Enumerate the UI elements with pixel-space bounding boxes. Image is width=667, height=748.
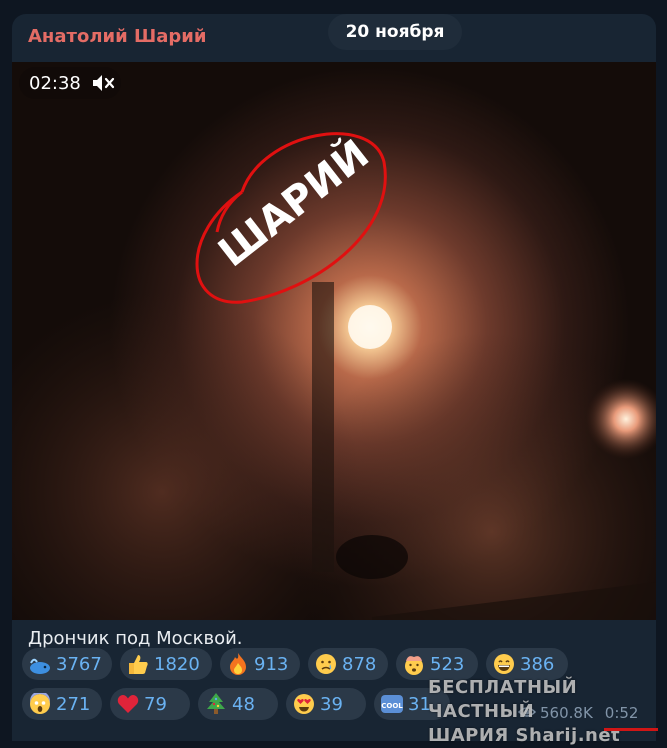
whale-icon — [28, 652, 52, 676]
heart-eyes-icon — [292, 692, 316, 716]
reaction-thumbs-up[interactable]: 1820 — [120, 648, 212, 680]
crying-face-icon — [314, 652, 338, 676]
christmas-tree-icon — [204, 692, 228, 716]
date-separator: 20 ноября — [328, 14, 462, 50]
reaction-whale[interactable]: 3767 — [22, 648, 112, 680]
reaction-crying[interactable]: 878 — [308, 648, 388, 680]
watermark-line1: БЕСПЛАТНЫЙ ЧАСТНЫЙ — [428, 677, 578, 722]
message-bubble: Анатолий Шарий ШАРИЙ 02:38 Дрончик под М… — [12, 14, 658, 746]
video-frame: ШАРИЙ — [12, 62, 656, 620]
reaction-fire[interactable]: 913 — [220, 648, 300, 680]
video-time-badge[interactable]: 02:38 — [19, 67, 121, 99]
video-player[interactable]: ШАРИЙ 02:38 — [12, 62, 656, 620]
red-underline-mark — [604, 728, 658, 731]
channel-author-name[interactable]: Анатолий Шарий — [28, 26, 206, 47]
reaction-heart-eyes[interactable]: 39 — [286, 688, 366, 720]
post-caption: Дрончик под Москвой. — [28, 628, 243, 649]
reaction-christmas-tree[interactable]: 48 — [198, 688, 278, 720]
grinning-face-icon — [492, 652, 516, 676]
reaction-heart[interactable]: 79 — [110, 688, 190, 720]
muted-speaker-icon[interactable] — [91, 73, 115, 93]
thumbs-up-icon — [126, 652, 150, 676]
cool-icon: COOL — [380, 692, 404, 716]
fire-icon — [226, 652, 250, 676]
video-duration: 02:38 — [29, 72, 81, 94]
watermark-overlay: БЕСПЛАТНЫЙ ЧАСТНЫЙ ШАРИЯ Sharij.net — [428, 676, 656, 748]
screaming-face-icon — [28, 692, 52, 716]
reaction-screaming[interactable]: 271 — [22, 688, 102, 720]
heart-icon — [116, 692, 140, 716]
svg-text:COOL: COOL — [381, 702, 403, 710]
mind-blown-icon — [402, 652, 426, 676]
